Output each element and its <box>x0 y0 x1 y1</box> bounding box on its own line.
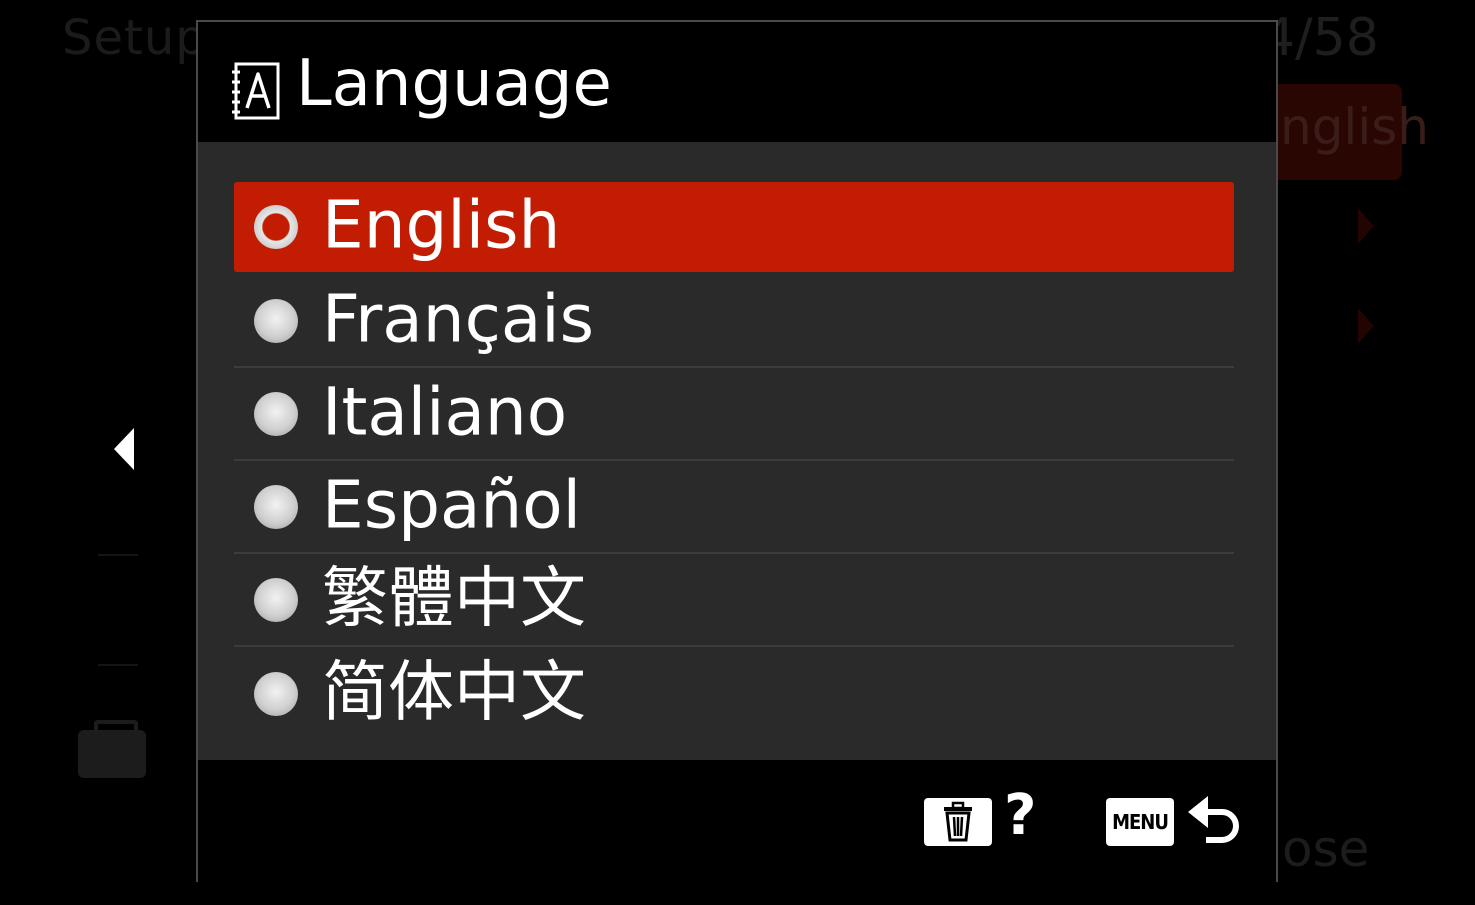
background-right-arrow-icon <box>1358 208 1374 244</box>
language-list: English Français Italiano Español 繁體中文 简… <box>234 182 1234 740</box>
previous-tab-arrow-icon[interactable] <box>114 428 134 470</box>
language-book-icon <box>232 62 280 120</box>
language-option-label: 繁體中文 <box>322 559 586 637</box>
radio-unselected-icon <box>254 298 298 343</box>
radio-unselected-icon <box>254 577 298 622</box>
language-option-traditional-chinese[interactable]: 繁體中文 <box>234 554 1234 647</box>
trash-button[interactable] <box>924 798 992 846</box>
trash-icon <box>944 801 972 842</box>
language-option-simplified-chinese[interactable]: 简体中文 <box>234 647 1234 740</box>
language-option-label: Español <box>322 466 581 544</box>
background-right-arrow-icon <box>1358 308 1374 344</box>
help-label: ? <box>1004 783 1037 848</box>
background-menu-title: Setup <box>62 10 207 66</box>
camera-menu-screen: Setup 4/58 nglish ose Language English F… <box>0 0 1475 905</box>
dialog-footer: ? MENU <box>198 760 1276 882</box>
setup-toolbox-icon <box>78 720 146 778</box>
language-dialog: Language English Français Italiano Españ… <box>196 20 1278 882</box>
language-option-english[interactable]: English <box>234 182 1234 272</box>
language-option-italiano[interactable]: Italiano <box>234 368 1234 461</box>
radio-unselected-icon <box>254 391 298 436</box>
background-divider <box>98 664 138 666</box>
background-close-label: ose <box>1282 820 1370 878</box>
language-option-label: Italiano <box>322 373 568 451</box>
language-option-label: English <box>322 186 561 264</box>
language-option-label: 简体中文 <box>322 653 586 731</box>
language-option-label: Français <box>322 280 595 358</box>
radio-unselected-icon <box>254 484 298 529</box>
background-page-indicator: 4/58 <box>1262 8 1379 68</box>
dialog-header: Language <box>198 22 1276 142</box>
language-option-francais[interactable]: Français <box>234 275 1234 368</box>
radio-selected-icon <box>254 205 298 249</box>
language-list-area: English Français Italiano Español 繁體中文 简… <box>198 142 1276 760</box>
background-current-value: nglish <box>1280 98 1429 156</box>
dialog-title: Language <box>296 47 612 121</box>
return-arrow-icon[interactable] <box>1184 790 1244 852</box>
background-divider <box>98 554 138 556</box>
menu-button[interactable]: MENU <box>1106 798 1174 846</box>
radio-unselected-icon <box>254 671 298 716</box>
language-option-espanol[interactable]: Español <box>234 461 1234 554</box>
